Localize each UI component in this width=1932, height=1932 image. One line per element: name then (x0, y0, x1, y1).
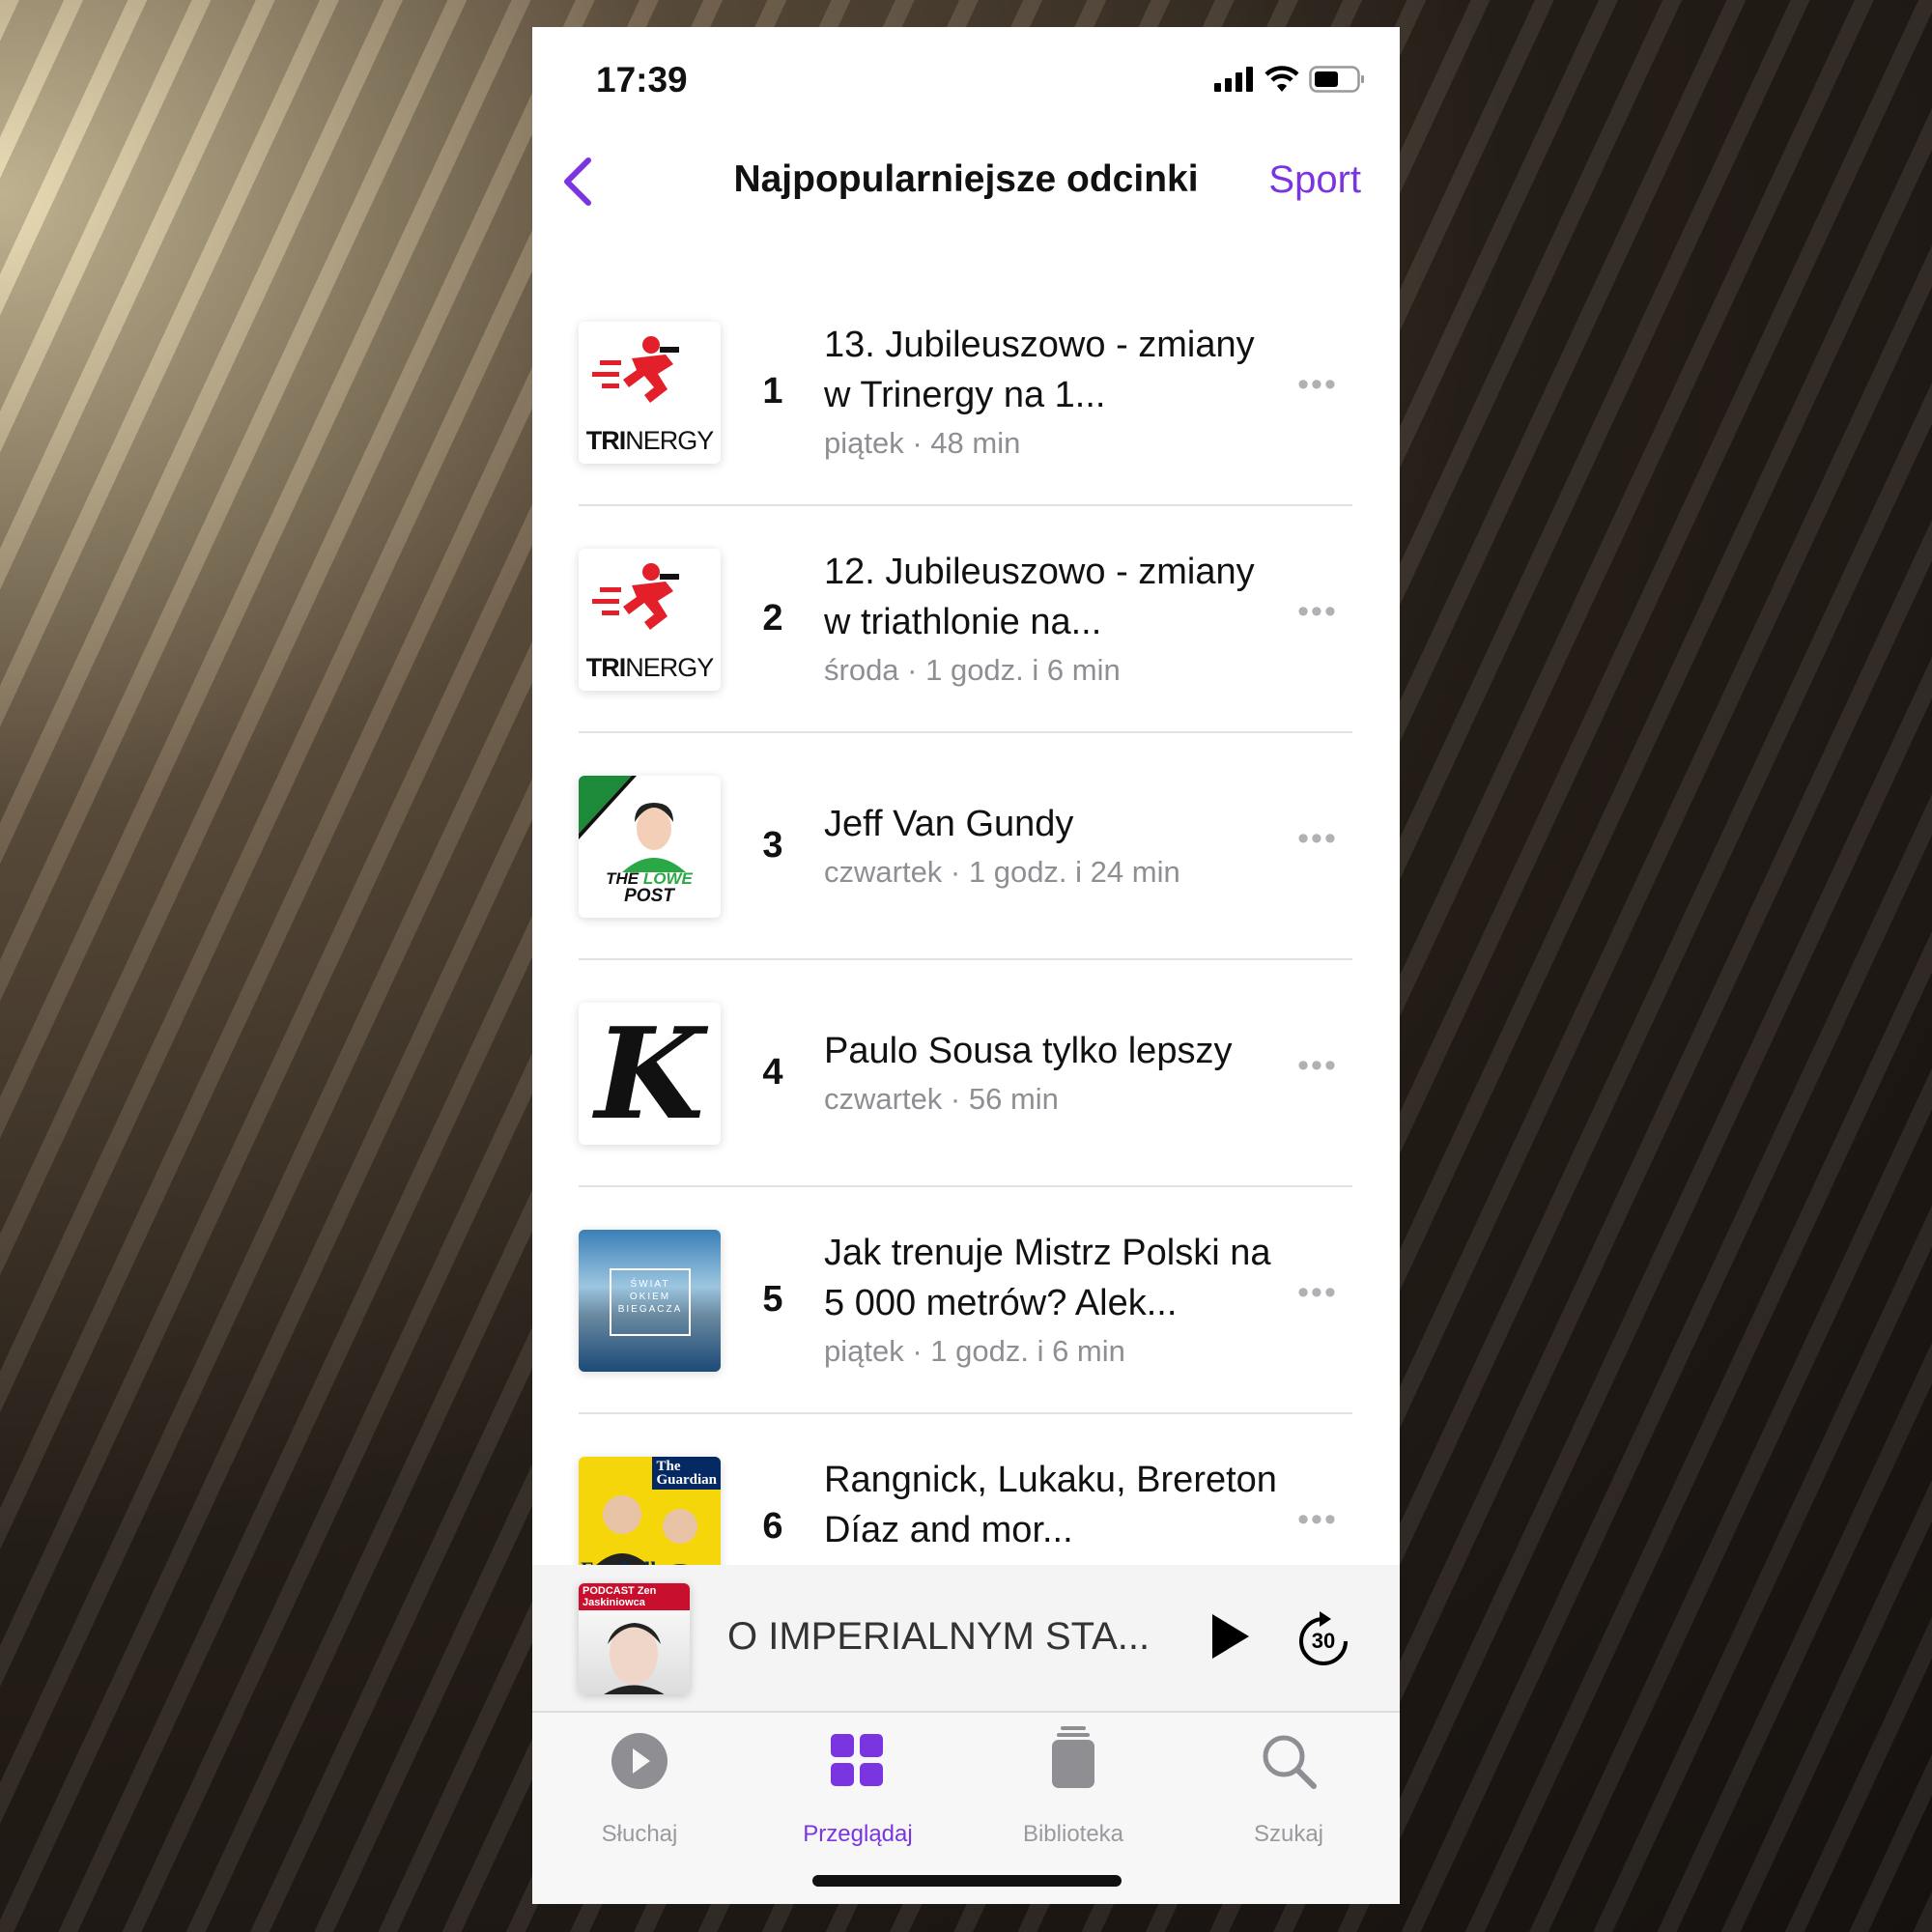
battery-icon (1309, 66, 1364, 93)
episode-row[interactable]: K 4 Paulo Sousa tylko lepszy czwartek · … (532, 960, 1400, 1187)
episode-meta-text: środa · 1 godz. i 6 min (824, 652, 1121, 687)
episode-rank: 5 (762, 1279, 783, 1320)
episode-artwork: K (579, 1003, 721, 1145)
episode-info: Paulo Sousa tylko lepszy czwartek · 56 m… (824, 960, 1278, 1187)
episode-title[interactable]: Jeff Van Gundy (824, 799, 1278, 849)
episode-row[interactable]: TRINERGY 1 13. Jubileuszowo - zmiany w T… (532, 279, 1400, 506)
episode-title[interactable]: Paulo Sousa tylko lepszy (824, 1026, 1278, 1076)
episode-meta: czwartek · 1 godz. i 24 min (824, 849, 1278, 895)
episode-info: Rangnick, Lukaku, Brereton Díaz and mor.… (824, 1414, 1278, 1566)
episode-row[interactable]: ŚWIAT OKIEM BIEGACZA 5 Jak trenuje Mistrz … (532, 1187, 1400, 1414)
episode-list: TRINERGY 1 13. Jubileuszowo - zmiany w T… (532, 252, 1400, 1565)
wifi-icon (1264, 66, 1299, 92)
episode-info: Jak trenuje Mistrz Polski na 5 000 metró… (824, 1187, 1278, 1414)
episode-meta-text: czwartek · 56 min (824, 1081, 1059, 1116)
episode-rank: 4 (762, 1052, 783, 1093)
episode-meta-text: czwartek · 1 godz. i 24 min (824, 854, 1180, 889)
episode-artwork: THE LOWE POST (579, 776, 721, 918)
tab-przegladaj[interactable]: Przeglądaj (761, 1713, 954, 1847)
skip-forward-30-button[interactable]: 30 (1296, 1609, 1350, 1667)
signal-icon (1214, 67, 1253, 92)
play-icon[interactable] (1208, 1611, 1251, 1662)
svg-text:POST: POST (624, 886, 675, 906)
more-options-button[interactable]: ••• (1289, 820, 1347, 858)
episode-row[interactable]: THE LOWE POST 3 Jeff Van Gundy czwartek ·… (532, 733, 1400, 960)
episode-info: Jeff Van Gundy czwartek · 1 godz. i 24 m… (824, 733, 1278, 960)
episode-artwork: ŚWIAT OKIEM BIEGACZA (579, 1230, 721, 1372)
episode-meta: środa · 1 godz. i 6 min (824, 647, 1278, 694)
episode-meta: piątek · 48 min (824, 420, 1278, 467)
sport-link[interactable]: Sport (1268, 158, 1361, 202)
mini-player[interactable]: PODCAST Zen Jaskiniowca O IMPERIALNYM ST… (532, 1565, 1400, 1713)
tab-szukaj[interactable]: Szukaj (1192, 1713, 1385, 1847)
tab-label: Słuchaj (601, 1821, 678, 1847)
episode-info: 12. Jubileuszowo - zmiany w triathlonie … (824, 506, 1278, 733)
episode-artwork: TRINERGY (579, 322, 721, 464)
play-circle-icon (611, 1733, 668, 1789)
episode-rank: 6 (762, 1506, 783, 1547)
mini-player-title[interactable]: O IMPERIALNYM STA... (727, 1615, 1150, 1659)
more-options-button[interactable]: ••• (1289, 1274, 1347, 1312)
status-time: 17:39 (596, 60, 688, 99)
mini-player-artwork-text: PODCAST Zen Jaskiniowca (579, 1583, 690, 1610)
episode-artwork: TRINERGY (579, 549, 721, 691)
episode-row[interactable]: TheGuardianFootballWeekly 6 Rangnick, Lu… (532, 1414, 1400, 1565)
phone-screen: 17:39 Najpopularniejsze odcinki Sport TR… (532, 27, 1400, 1904)
tab-label: Biblioteka (1022, 1821, 1124, 1847)
episode-artwork: TheGuardianFootballWeekly (579, 1457, 721, 1565)
episode-rank: 1 (762, 371, 783, 412)
status-icons (1214, 66, 1365, 93)
mini-player-artwork: PODCAST Zen Jaskiniowca (579, 1583, 690, 1694)
grid-icon (831, 1734, 883, 1786)
episode-title[interactable]: 12. Jubileuszowo - zmiany w triathlonie … (824, 547, 1278, 647)
episode-meta-text: piątek · 48 min (824, 425, 1021, 460)
episode-meta: piątek · 1 godz. i 6 min (824, 1328, 1278, 1375)
episode-title[interactable]: Jak trenuje Mistrz Polski na 5 000 metró… (824, 1228, 1278, 1328)
library-icon (1052, 1726, 1094, 1788)
more-options-button[interactable]: ••• (1289, 1501, 1347, 1539)
tab-label: Przeglądaj (803, 1821, 913, 1847)
tab-biblioteka[interactable]: Biblioteka (977, 1713, 1170, 1847)
tab-label: Szukaj (1253, 1821, 1324, 1847)
episode-meta-text: piątek · 1 godz. i 6 min (824, 1333, 1125, 1368)
skip-label: 30 (1311, 1629, 1336, 1653)
more-options-button[interactable]: ••• (1289, 1047, 1347, 1085)
tab-sluchaj[interactable]: Słuchaj (543, 1713, 736, 1847)
episode-meta: czwartek · 56 min (824, 1076, 1278, 1122)
episode-rank: 2 (762, 598, 783, 639)
more-options-button[interactable]: ••• (1289, 593, 1347, 631)
more-options-button[interactable]: ••• (1289, 366, 1347, 404)
episode-title[interactable]: 13. Jubileuszowo - zmiany w Trinergy na … (824, 320, 1278, 420)
search-icon (1263, 1735, 1317, 1789)
home-indicator[interactable] (812, 1875, 1122, 1887)
episode-meta: piątek · 53 min · E (824, 1555, 1278, 1566)
episode-row[interactable]: TRINERGY 2 12. Jubileuszowo - zmiany w t… (532, 506, 1400, 733)
episode-title[interactable]: Rangnick, Lukaku, Brereton Díaz and mor.… (824, 1455, 1278, 1555)
episode-info: 13. Jubileuszowo - zmiany w Trinergy na … (824, 279, 1278, 506)
episode-rank: 3 (762, 825, 783, 866)
